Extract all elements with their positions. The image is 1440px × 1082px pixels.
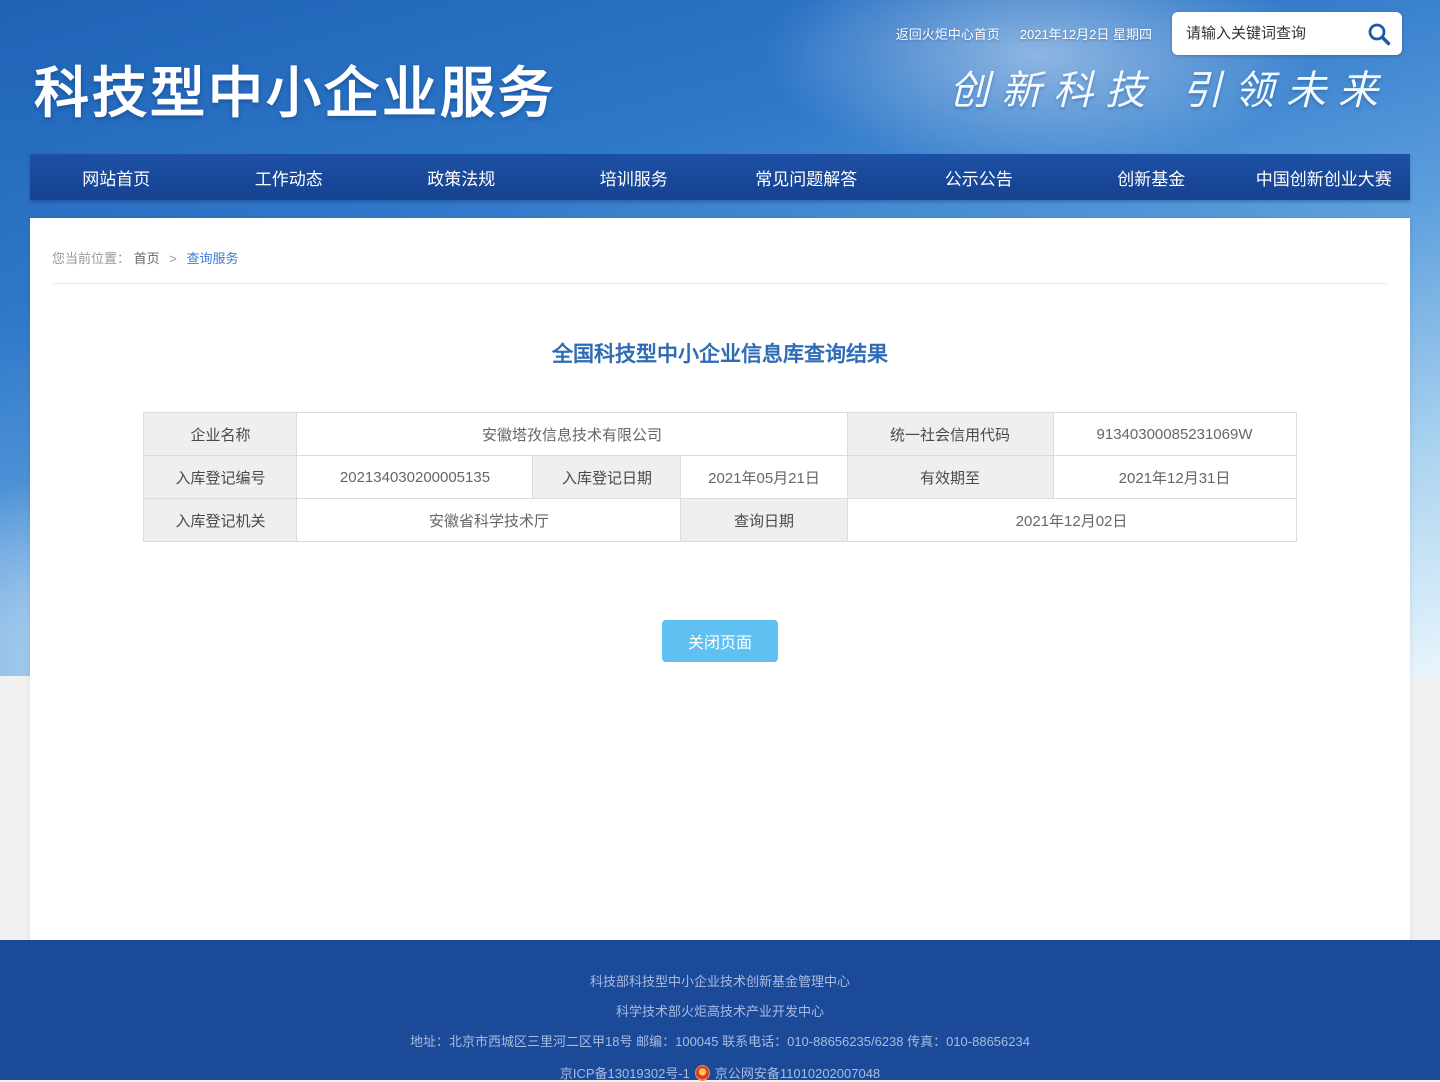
nav-item-innovation-fund[interactable]: 创新基金 [1065, 154, 1238, 200]
police-badge-icon [695, 1065, 710, 1081]
nav-item-home[interactable]: 网站首页 [30, 154, 203, 200]
police-record-link[interactable]: 京公网安备11010202007048 [715, 1063, 880, 1082]
footer-contact-line: 地址：北京市西城区三里河二区甲18号 邮编：100045 联系电话：010-88… [0, 1033, 1440, 1050]
search-input[interactable] [1184, 24, 1364, 43]
breadcrumb-prefix: 您当前位置： [52, 251, 130, 266]
close-page-button[interactable]: 关闭页面 [662, 620, 778, 662]
search-button[interactable] [1364, 19, 1394, 49]
valid-until-value: 2021年12月31日 [1053, 456, 1296, 499]
search-box [1172, 12, 1402, 55]
uscc-value: 91340300085231069W [1053, 413, 1296, 456]
query-date-label: 查询日期 [681, 499, 847, 542]
magnifier-icon [1366, 21, 1392, 47]
registration-no-label: 入库登记编号 [144, 456, 297, 499]
nav-item-announcements[interactable]: 公示公告 [893, 154, 1066, 200]
breadcrumb-current-link[interactable]: 查询服务 [187, 251, 239, 266]
icp-license-link[interactable]: 京ICP备13019302号-1 [560, 1063, 690, 1082]
valid-until-label: 有效期至 [847, 456, 1053, 499]
table-row: 企业名称 安徽塔孜信息技术有限公司 统一社会信用代码 9134030008523… [144, 413, 1296, 456]
uscc-label: 统一社会信用代码 [847, 413, 1053, 456]
registration-no-value: 202134030200005135 [297, 456, 533, 499]
nav-item-competition[interactable]: 中国创新创业大赛 [1238, 154, 1411, 200]
company-name-label: 企业名称 [144, 413, 297, 456]
breadcrumb-home-link[interactable]: 首页 [134, 251, 160, 266]
nav-item-policies[interactable]: 政策法规 [375, 154, 548, 200]
page-footer: 科技部科技型中小企业技术创新基金管理中心 科学技术部火炬高技术产业开发中心 地址… [0, 940, 1440, 1080]
page-title: 全国科技型中小企业信息库查询结果 [30, 338, 1410, 368]
nav-item-training[interactable]: 培训服务 [548, 154, 721, 200]
top-bar: 返回火炬中心首页 2021年12月2日 星期四 [896, 12, 1402, 55]
nav-item-faq[interactable]: 常见问题解答 [720, 154, 893, 200]
registration-org-value: 安徽省科学技术厅 [297, 499, 681, 542]
table-row: 入库登记编号 202134030200005135 入库登记日期 2021年05… [144, 456, 1296, 499]
footer-org-line1: 科技部科技型中小企业技术创新基金管理中心 [0, 973, 1440, 990]
torch-home-link[interactable]: 返回火炬中心首页 [896, 24, 1000, 43]
footer-icp-row: 京ICP备13019302号-1 京公网安备11010202007048 [0, 1063, 1440, 1082]
nav-item-work-news[interactable]: 工作动态 [203, 154, 376, 200]
table-row: 入库登记机关 安徽省科学技术厅 查询日期 2021年12月02日 [144, 499, 1296, 542]
site-logo: 科技型中小企业服务 [34, 48, 556, 128]
footer-org-line2: 科学技术部火炬高技术产业开发中心 [0, 1003, 1440, 1020]
registration-date-label: 入库登记日期 [533, 456, 681, 499]
registration-date-value: 2021年05月21日 [681, 456, 847, 499]
query-date-value: 2021年12月02日 [847, 499, 1296, 542]
query-result-table: 企业名称 安徽塔孜信息技术有限公司 统一社会信用代码 9134030008523… [143, 412, 1296, 542]
content-panel: 您当前位置： 首页 > 查询服务 全国科技型中小企业信息库查询结果 企业名称 安… [30, 218, 1410, 940]
breadcrumb-separator: > [169, 251, 177, 266]
breadcrumb: 您当前位置： 首页 > 查询服务 [52, 218, 1388, 284]
current-date: 2021年12月2日 星期四 [1020, 24, 1152, 43]
main-nav: 网站首页 工作动态 政策法规 培训服务 常见问题解答 公示公告 创新基金 中国创… [30, 154, 1410, 200]
company-name-value: 安徽塔孜信息技术有限公司 [297, 413, 847, 456]
registration-org-label: 入库登记机关 [144, 499, 297, 542]
site-slogan: 创新科技 引领未来 [949, 58, 1390, 116]
